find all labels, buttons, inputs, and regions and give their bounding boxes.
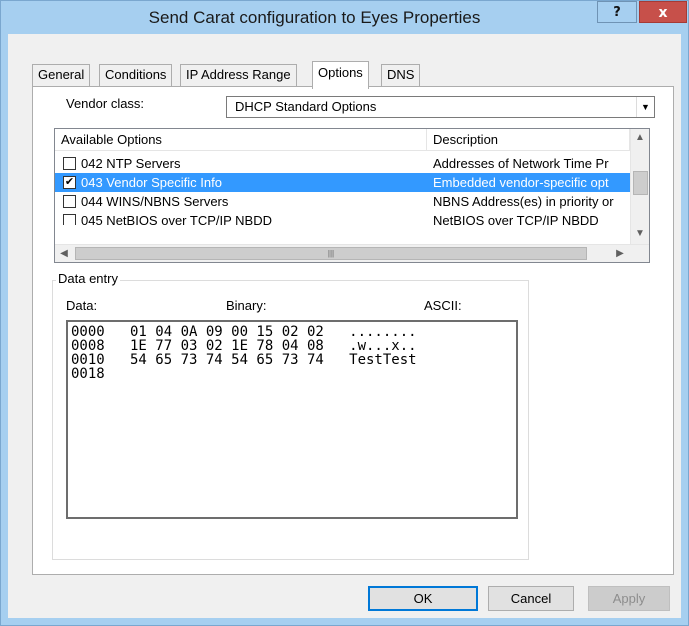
list-item-selected[interactable]: ✔ 043 Vendor Specific Info Embedded vend… [55, 173, 630, 192]
available-options-list[interactable]: Available Options Description 042 NTP Se… [54, 128, 650, 263]
help-button[interactable]: ? [597, 1, 637, 23]
window-title: Send Carat configuration to Eyes Propert… [148, 8, 481, 27]
cancel-button[interactable]: Cancel [488, 586, 574, 611]
list-item[interactable]: 045 NetBIOS over TCP/IP NBDD NetBIOS ove… [55, 211, 630, 225]
list-item[interactable]: 044 WINS/NBNS Servers NBNS Address(es) i… [55, 192, 630, 211]
hex-line: 0018 [71, 366, 105, 382]
horizontal-scrollbar[interactable]: ◀ ||| ▶ [55, 244, 649, 262]
option-checkbox-checked[interactable]: ✔ [63, 176, 76, 189]
vendor-class-value: DHCP Standard Options [235, 99, 377, 114]
ascii-label: ASCII: [424, 298, 462, 313]
option-name: 045 NetBIOS over TCP/IP NBDD [81, 213, 272, 225]
hex-data-editor[interactable]: 0000 01 04 0A 09 00 15 02 02 ........ 00… [66, 320, 518, 519]
scroll-up-icon[interactable]: ▲ [631, 129, 649, 147]
ok-button[interactable]: OK [368, 586, 478, 611]
binary-label: Binary: [226, 298, 267, 313]
scroll-right-icon[interactable]: ▶ [611, 245, 629, 262]
list-header: Available Options Description [55, 129, 630, 151]
option-description: Addresses of Network Time Pr [433, 156, 609, 171]
column-header-description[interactable]: Description [427, 129, 630, 151]
option-description: NetBIOS over TCP/IP NBDD [433, 213, 599, 225]
data-entry-legend: Data entry [56, 271, 120, 286]
data-label: Data: [66, 298, 98, 313]
tab-general[interactable]: General [32, 64, 91, 86]
close-button[interactable]: x [639, 1, 687, 23]
vertical-scrollbar[interactable]: ▲ ▼ [630, 129, 649, 245]
option-checkbox[interactable] [63, 157, 76, 170]
tab-dns[interactable]: DNS [381, 64, 421, 86]
scroll-left-icon[interactable]: ◀ [55, 245, 73, 262]
list-item[interactable]: 042 NTP Servers Addresses of Network Tim… [55, 154, 630, 173]
option-description: NBNS Address(es) in priority or [433, 194, 614, 209]
hex-line: 0010 54 65 73 74 54 65 73 74 TestTest [71, 352, 417, 368]
tab-ip-address-range[interactable]: IP Address Range [180, 64, 297, 86]
option-checkbox[interactable] [63, 214, 76, 225]
option-name: 044 WINS/NBNS Servers [81, 194, 229, 209]
option-name: 042 NTP Servers [81, 156, 181, 171]
horizontal-scroll-thumb[interactable]: ||| [75, 247, 587, 260]
option-description: Embedded vendor-specific opt [433, 175, 609, 190]
tab-options[interactable]: Options [312, 61, 369, 89]
option-name: 043 Vendor Specific Info [81, 175, 222, 190]
vendor-class-label: Vendor class: [66, 96, 145, 111]
column-header-available-options[interactable]: Available Options [55, 129, 427, 151]
scroll-down-icon[interactable]: ▼ [631, 225, 649, 243]
option-checkbox[interactable] [63, 195, 76, 208]
vendor-class-dropdown[interactable]: DHCP Standard Options ▼ [226, 96, 655, 118]
vertical-scroll-thumb[interactable] [633, 171, 648, 195]
chevron-down-icon[interactable]: ▼ [636, 97, 654, 117]
apply-button[interactable]: Apply [588, 586, 670, 611]
hex-line: 0008 1E 77 03 02 1E 78 04 08 .w...x.. [71, 338, 417, 354]
title-bar[interactable]: Send Carat configuration to Eyes Propert… [1, 1, 688, 35]
tab-conditions[interactable]: Conditions [99, 64, 173, 86]
hex-line: 0000 01 04 0A 09 00 15 02 02 ........ [71, 324, 417, 340]
